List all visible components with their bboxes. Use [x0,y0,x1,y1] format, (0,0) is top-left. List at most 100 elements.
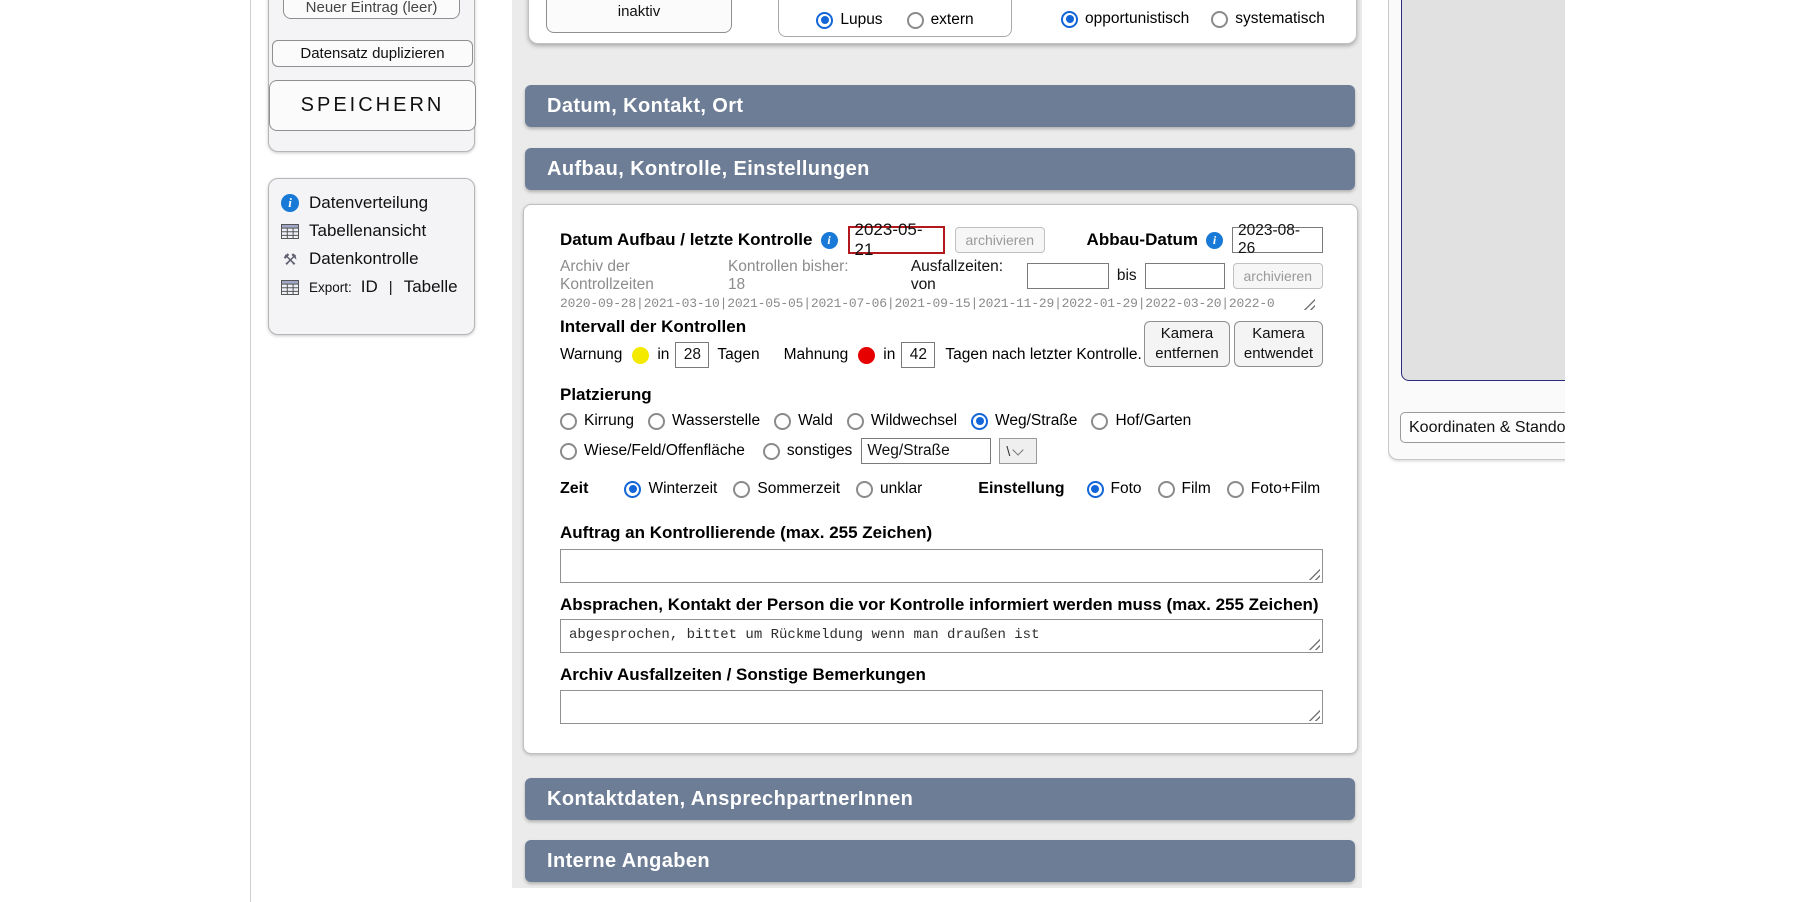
interval-heading: Intervall der Kontrollen [560,317,746,337]
sidebar-item-export[interactable]: Export: ID | Tabelle [269,273,474,301]
radio-wasserstelle[interactable]: Wasserstelle [648,412,760,430]
sidebar-item-datenverteilung[interactable]: Datenverteilung [269,189,474,217]
radio-label: Wasserstelle [672,412,760,430]
radio-button-icon [971,413,988,430]
downtime-from-label: Ausfallzeiten: von [911,258,1019,294]
time-radio-group: Winterzeit Sommerzeit unklar [624,480,922,498]
sidebar-item-tabellenansicht[interactable]: Tabellenansicht [269,217,474,245]
inactive-button[interactable]: inaktiv [546,0,732,33]
section-header-datum-kontakt-ort[interactable]: Datum, Kontakt, Ort [525,85,1355,127]
task-label-row: Auftrag an Kontrollierende (max. 255 Zei… [560,523,1323,543]
sidebar-actions-card: Neuer Eintrag (leer) Datensatz duplizier… [268,0,475,152]
section-header-kontaktdaten[interactable]: Kontaktdaten, AnsprechpartnerInnen [525,778,1355,820]
info-icon[interactable] [821,232,838,249]
archive-downtime-button[interactable]: archivieren [1233,263,1323,289]
duplicate-record-button[interactable]: Datensatz duplizieren [272,40,473,67]
export-link-tabelle[interactable]: Tabelle [404,277,458,297]
warning-dot-icon [632,347,649,364]
radio-button-icon [1211,11,1228,28]
section-header-interne-angaben[interactable]: Interne Angaben [525,840,1355,882]
radio-opportunistisch[interactable]: opportunistisch [1061,10,1189,28]
right-panel-card [1388,0,1565,460]
sidebar-item-datenkontrolle[interactable]: Datenkontrolle [269,245,474,273]
radio-lupus[interactable]: Lupus [816,11,882,29]
radio-winterzeit[interactable]: Winterzeit [624,480,717,498]
radio-systematisch[interactable]: systematisch [1211,10,1325,28]
radio-label: Foto [1111,480,1142,498]
radio-label: Hof/Garten [1115,412,1191,430]
warning-label: Warnung [560,346,622,364]
setting-group-label: Einstellung [978,480,1064,498]
time-group-label: Zeit [560,480,588,498]
control-count-text: Kontrollen bisher: 18 [728,258,855,294]
radio-extern[interactable]: extern [907,11,974,29]
aufbau-form-card: Datum Aufbau / letzte Kontrolle 2023-05-… [523,204,1358,754]
radio-sonstiges[interactable]: sonstiges [763,442,852,460]
radio-sommerzeit[interactable]: Sommerzeit [733,480,840,498]
radio-weg-stra-e[interactable]: Weg/Straße [971,412,1077,430]
radio-button-icon [1087,481,1104,498]
radio-wald[interactable]: Wald [774,412,833,430]
radio-hof-garten[interactable]: Hof/Garten [1091,412,1191,430]
section-header-aufbau-kontrolle[interactable]: Aufbau, Kontrolle, Einstellungen [525,148,1355,190]
radio-wiese-feld-offenfl-che[interactable]: Wiese/Feld/Offenfläche [560,442,745,460]
control-dates-list[interactable]: 2020-09-28|2021-03-10|2021-05-05|2021-07… [560,296,1275,311]
radio-button-icon [816,12,833,29]
mode-radio-group: opportunistisch systematisch [1061,10,1325,28]
radio-button-icon [847,413,864,430]
tools-icon [280,250,300,268]
info-icon[interactable] [1206,232,1223,249]
camera-remove-button[interactable]: Kamera entfernen [1144,321,1230,367]
warning-days-input[interactable]: 28 [675,342,709,368]
setup-date-label: Datum Aufbau / letzte Kontrolle [560,230,813,250]
radio-unklar[interactable]: unklar [856,480,922,498]
setup-date-input[interactable]: 2023-05-21 [848,226,945,254]
placement-other-input[interactable]: Weg/Straße [861,438,991,464]
resize-grip-icon[interactable] [1307,637,1320,650]
teardown-date-input[interactable]: 2023-08-26 [1232,227,1323,253]
source-radio-group: Lupus extern [816,11,973,29]
agreement-textarea[interactable]: abgesprochen, bittet um Rückmeldung wenn… [560,619,1323,653]
radio-label: Film [1182,480,1211,498]
radio-foto[interactable]: Foto [1087,480,1142,498]
control-dates-row: 2020-09-28|2021-03-10|2021-05-05|2021-07… [560,293,1323,313]
radio-wildwechsel[interactable]: Wildwechsel [847,412,957,430]
placement-select[interactable]: \ [999,438,1037,464]
setting-radio-group: Foto Film Foto+Film [1087,480,1321,498]
placement-heading: Platzierung [560,385,652,405]
camera-stolen-button[interactable]: Kamera entwendet [1234,321,1323,367]
task-textarea[interactable] [560,549,1323,583]
export-link-id[interactable]: ID [361,277,378,297]
radio-label: sonstiges [787,442,852,460]
downtime-from-input[interactable] [1027,263,1109,289]
placement-select-value: \ [1000,443,1014,459]
control-archive-link[interactable]: Archiv der Kontrollzeiten [560,258,710,294]
radio-film[interactable]: Film [1158,480,1211,498]
agreement-label: Absprachen, Kontakt der Person die vor K… [560,595,1319,615]
radio-label: Sommerzeit [757,480,840,498]
resize-grip-icon[interactable] [1307,708,1320,721]
archive-notes-textarea[interactable] [560,690,1323,724]
archive-notes-label: Archiv Ausfallzeiten / Sonstige Bemerkun… [560,665,926,685]
source-radio-box: Lupus extern [778,0,1012,37]
coordinates-button[interactable]: Koordinaten & Standorte [1400,412,1565,443]
radio-kirrung[interactable]: Kirrung [560,412,634,430]
radio-label: opportunistisch [1085,10,1189,28]
sidebar-item-label: Datenkontrolle [309,249,419,269]
right-panel-clip: Koordinaten & Standorte [1388,0,1565,480]
archive-date-button[interactable]: archivieren [955,227,1045,253]
downtime-to-input[interactable] [1145,263,1225,289]
page: Neuer Eintrag (leer) Datensatz duplizier… [0,0,1796,902]
save-button[interactable]: SPEICHERN [269,80,476,131]
sidebar-item-label: Tabellenansicht [309,221,426,241]
reminder-dot-icon [858,347,875,364]
placement-radio-group-2: Wiese/Feld/Offenfläche sonstiges [560,442,852,460]
radio-foto-film[interactable]: Foto+Film [1227,480,1320,498]
sidebar-menu-card: Datenverteilung Tabellenansicht Datenkontr… [268,178,475,335]
radio-button-icon [1091,413,1108,430]
new-entry-button[interactable]: Neuer Eintrag (leer) [283,0,460,19]
resize-grip-icon[interactable] [1307,567,1320,580]
sidebar-item-label: Datenverteilung [309,193,428,213]
reminder-days-input[interactable]: 42 [901,342,935,368]
separator: | [389,279,393,296]
